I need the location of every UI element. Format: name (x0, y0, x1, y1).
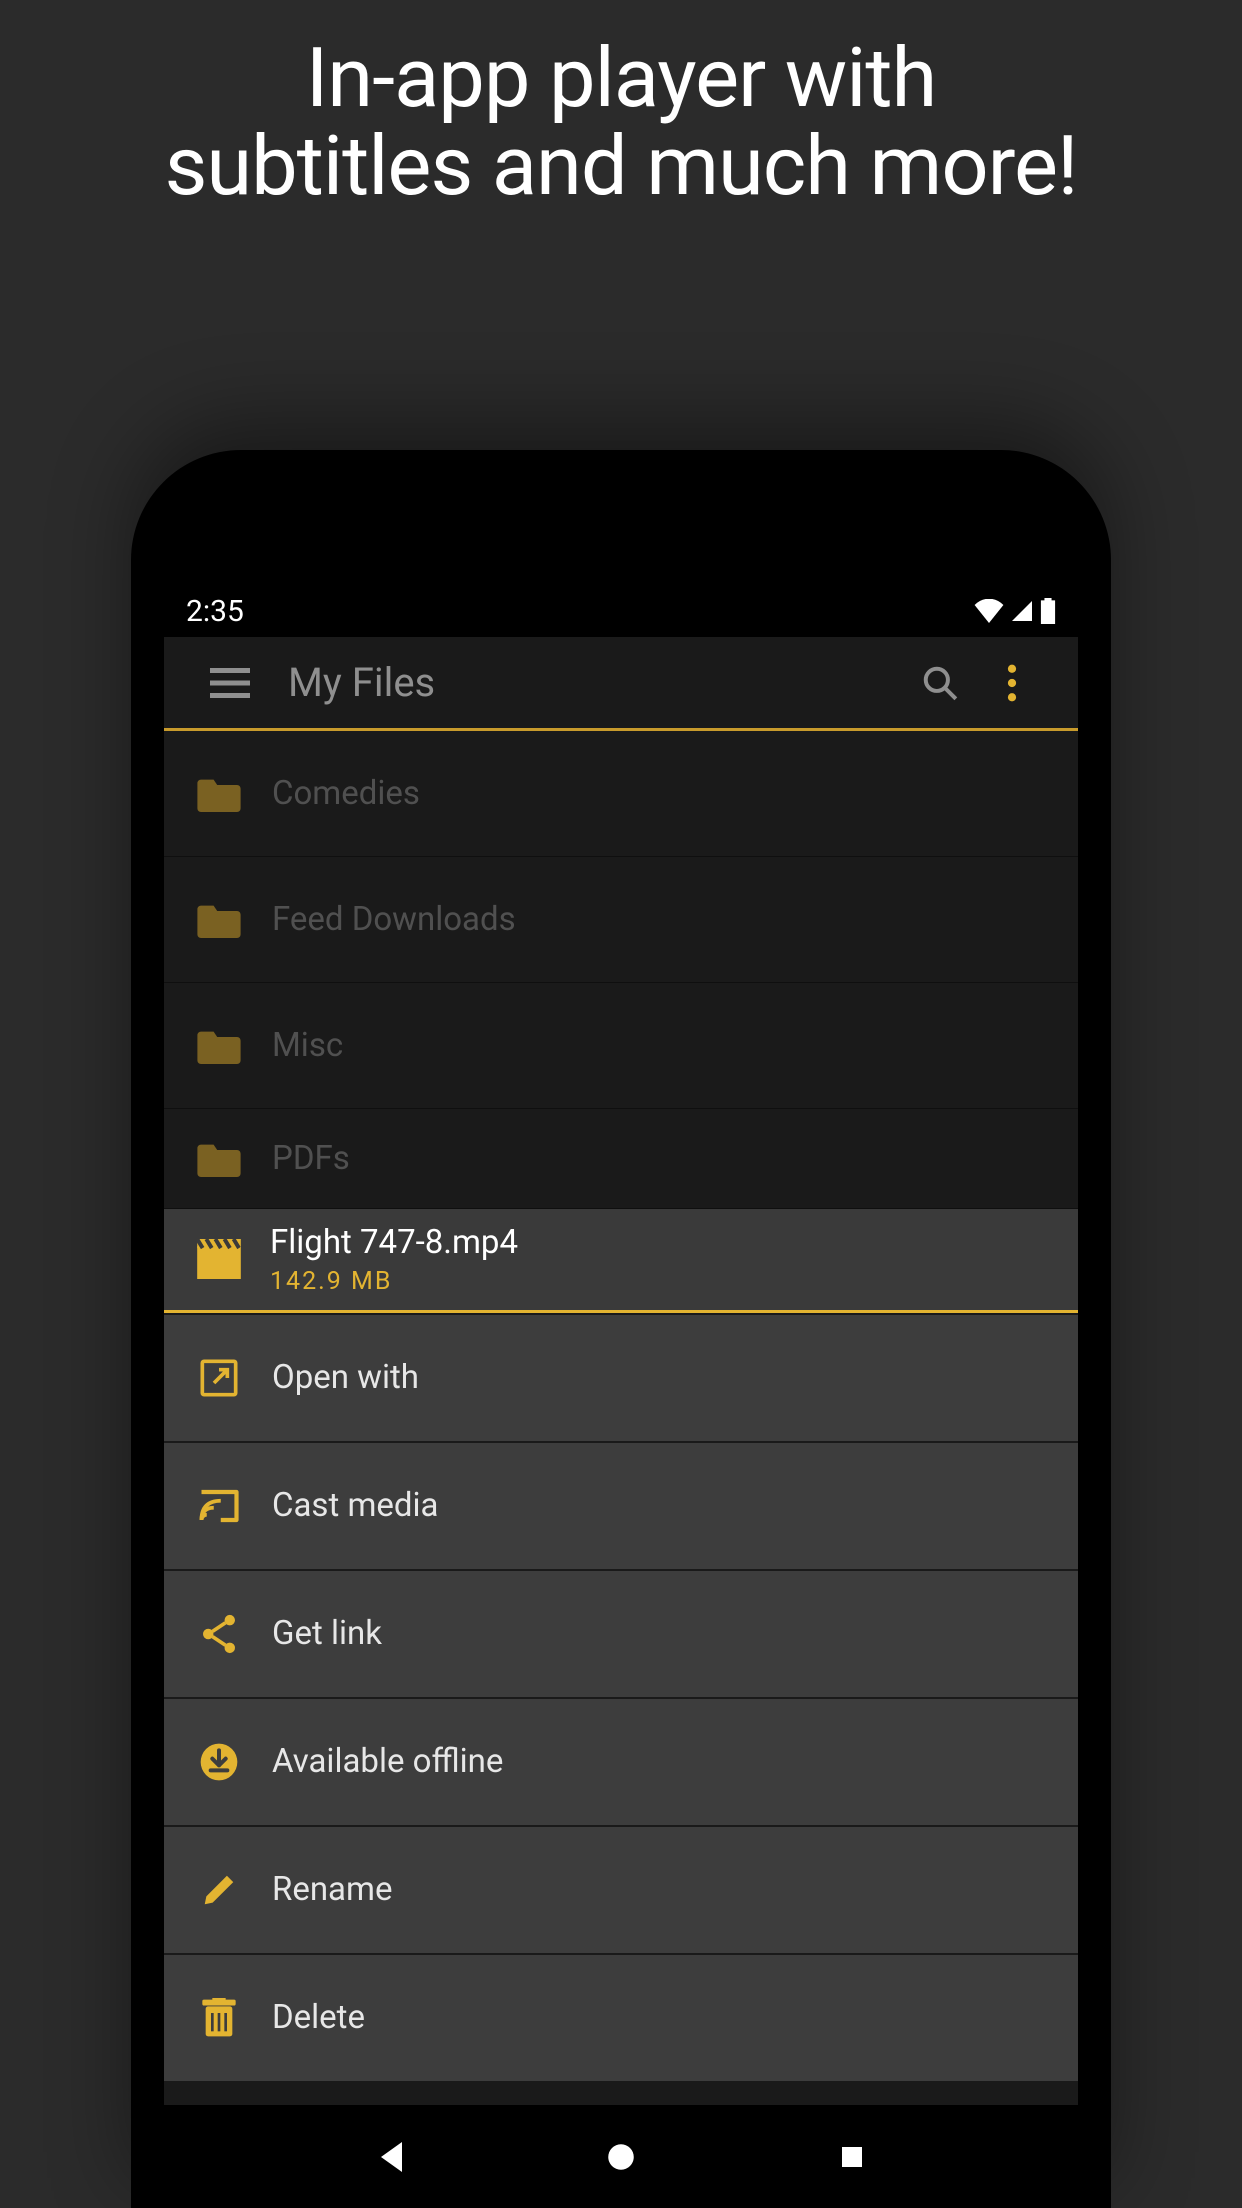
context-item-offline[interactable]: Available offline (164, 1699, 1078, 1825)
phone-frame: 2:35 My Files (131, 450, 1111, 2208)
cast-icon (192, 1479, 246, 1533)
context-item-rename[interactable]: Rename (164, 1827, 1078, 1953)
selected-file-row[interactable]: Flight 747-8.mp4 142.9 MB (164, 1209, 1078, 1313)
cell-signal-icon (1010, 599, 1034, 623)
context-item-label: Delete (272, 1998, 365, 2037)
folder-label: Comedies (272, 774, 420, 813)
context-item-label: Cast media (272, 1486, 438, 1525)
rename-icon (192, 1863, 246, 1917)
screen: 2:35 My Files (164, 585, 1078, 2208)
video-file-icon (192, 1232, 246, 1286)
menu-icon[interactable] (200, 668, 260, 698)
nav-back-button[interactable] (350, 2117, 430, 2197)
folder-row[interactable]: PDFs (164, 1109, 1078, 1209)
folder-icon (192, 1019, 246, 1073)
nav-home-button[interactable] (581, 2117, 661, 2197)
file-size: 142.9 MB (270, 1267, 518, 1296)
folder-label: Feed Downloads (272, 900, 516, 939)
clock-text: 2:35 (186, 594, 244, 629)
folder-label: PDFs (272, 1139, 350, 1178)
navigation-bar (164, 2105, 1078, 2208)
offline-icon (192, 1735, 246, 1789)
overflow-icon[interactable] (976, 664, 1048, 702)
file-name: Flight 747-8.mp4 (270, 1223, 518, 1263)
context-item-label: Rename (272, 1870, 392, 1909)
promo-line-1: In-app player with (0, 35, 1242, 123)
context-item-delete[interactable]: Delete (164, 1955, 1078, 2081)
page-title: My Files (288, 659, 435, 706)
wifi-icon (974, 599, 1004, 623)
file-list: Comedies Feed Downloads Misc PDFs (164, 731, 1078, 2081)
context-item-label: Available offline (272, 1742, 503, 1781)
delete-icon (192, 1991, 246, 2045)
folder-row[interactable]: Feed Downloads (164, 857, 1078, 983)
promo-line-2: subtitles and much more! (0, 123, 1242, 211)
context-item-cast[interactable]: Cast media (164, 1443, 1078, 1569)
folder-row[interactable]: Comedies (164, 731, 1078, 857)
promo-headline: In-app player with subtitles and much mo… (0, 0, 1242, 211)
folder-icon (192, 767, 246, 821)
folder-row[interactable]: Misc (164, 983, 1078, 1109)
folder-label: Misc (272, 1026, 343, 1065)
folder-icon (192, 1132, 246, 1186)
share-icon (192, 1607, 246, 1661)
status-bar: 2:35 (164, 585, 1078, 637)
context-item-label: Open with (272, 1358, 419, 1397)
open-with-icon (192, 1351, 246, 1405)
app-toolbar: My Files (164, 637, 1078, 731)
context-item-label: Get link (272, 1614, 382, 1653)
folder-icon (192, 893, 246, 947)
battery-icon (1040, 598, 1056, 624)
search-icon[interactable] (904, 664, 976, 702)
context-item-open-with[interactable]: Open with (164, 1315, 1078, 1441)
nav-recents-button[interactable] (812, 2117, 892, 2197)
context-item-get-link[interactable]: Get link (164, 1571, 1078, 1697)
